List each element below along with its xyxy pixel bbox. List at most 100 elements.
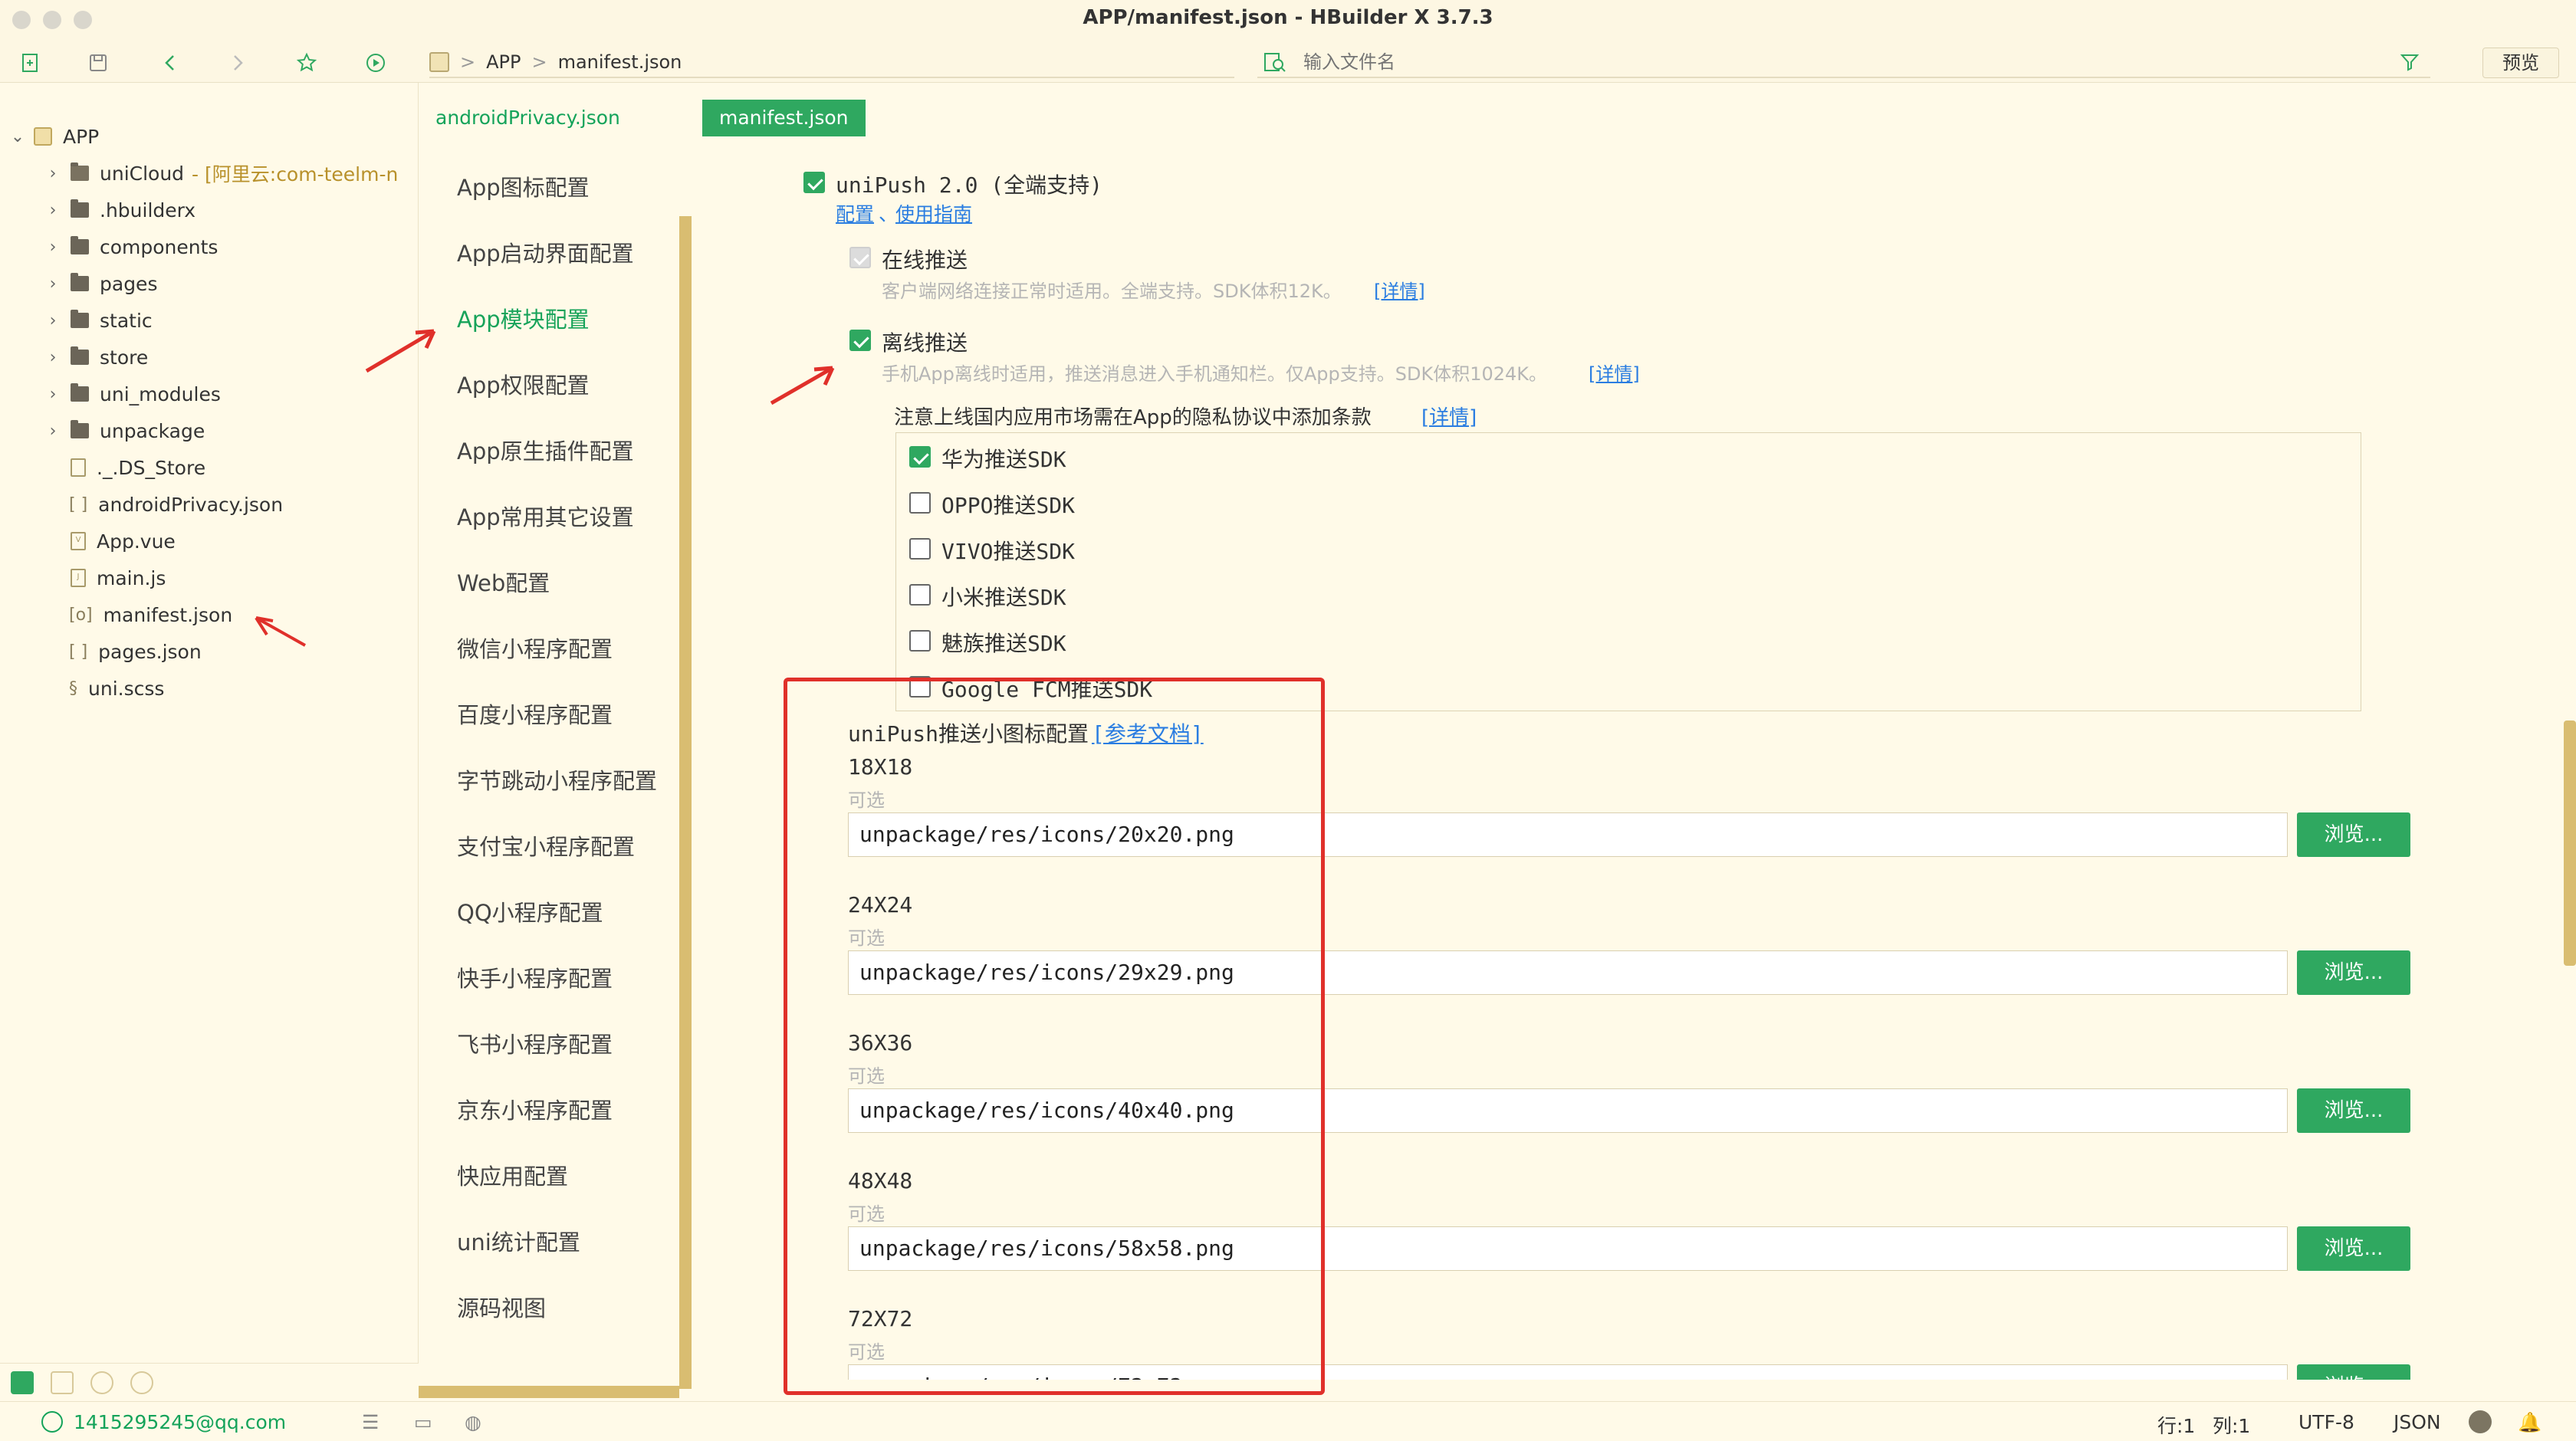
guide-link[interactable]: 使用指南 — [895, 199, 972, 227]
chevron-right-icon[interactable]: › — [44, 274, 61, 294]
star-icon[interactable] — [294, 51, 319, 75]
forward-icon[interactable] — [225, 51, 250, 75]
account-email[interactable]: 1415295245@qq.com — [74, 1411, 286, 1433]
tree-item-folder[interactable]: › store — [0, 339, 419, 376]
nav-scrollbar[interactable] — [679, 216, 692, 1389]
nav-app-other-settings[interactable]: App常用其它设置 — [457, 500, 634, 532]
doc-link[interactable]: [参考文档] — [1092, 717, 1204, 748]
optional-label: 可选 — [848, 927, 885, 949]
run-icon[interactable] — [363, 51, 388, 75]
nav-app-icon[interactable]: App图标配置 — [457, 170, 590, 202]
tree-item-file[interactable]: J main.js — [0, 560, 419, 596]
tree-item-folder[interactable]: › unpackage — [0, 412, 419, 449]
sdk-vivo-checkbox[interactable] — [909, 538, 931, 560]
nav-web[interactable]: Web配置 — [457, 566, 550, 598]
nav-app-permissions[interactable]: App权限配置 — [457, 368, 590, 400]
icon-path-input[interactable]: unpackage/res/icons/29x29.png — [848, 950, 2288, 995]
sdk-huawei-checkbox[interactable] — [909, 446, 931, 468]
globe-icon[interactable] — [130, 1370, 153, 1394]
browse-button[interactable]: 浏览... — [2297, 1226, 2410, 1271]
back-icon[interactable] — [158, 51, 182, 75]
privacy-detail-link[interactable]: [详情] — [1421, 402, 1477, 430]
tree-item-file[interactable]: [ ] pages.json — [0, 633, 419, 670]
nav-baidu-mp[interactable]: 百度小程序配置 — [457, 698, 613, 730]
sdk-fcm-checkbox[interactable] — [909, 676, 931, 698]
browse-button[interactable]: 浏览... — [2297, 1364, 2410, 1380]
nav-alipay-mp[interactable]: 支付宝小程序配置 — [457, 829, 635, 862]
tree-item-folder[interactable]: › pages — [0, 265, 419, 302]
nav-horizontal-scrollbar[interactable] — [419, 1386, 679, 1398]
sdk-meizu-checkbox[interactable] — [909, 630, 931, 652]
nav-quickapp[interactable]: 快应用配置 — [457, 1159, 568, 1191]
chevron-right-icon[interactable]: › — [44, 348, 61, 367]
refresh-icon[interactable] — [90, 1370, 113, 1394]
breadcrumb-item-file[interactable]: manifest.json — [558, 51, 682, 73]
nav-source-view[interactable]: 源码视图 — [457, 1291, 546, 1323]
toolbar: > APP > manifest.json 预览 — [0, 43, 2576, 83]
browse-button[interactable]: 浏览... — [2297, 812, 2410, 857]
nav-qq-mp[interactable]: QQ小程序配置 — [457, 895, 603, 927]
file-search-input[interactable] — [1303, 51, 2300, 73]
breadcrumb-item-app[interactable]: APP — [486, 51, 521, 73]
tab-android-privacy[interactable]: androidPrivacy.json — [419, 100, 637, 136]
online-detail-link[interactable]: [详情] — [1374, 276, 1425, 303]
tab-manifest[interactable]: manifest.json — [702, 100, 866, 136]
offline-push-label: 离线推送 — [882, 330, 968, 356]
tree-item-file[interactable]: § uni.scss — [0, 670, 419, 707]
nav-app-modules[interactable]: App模块配置 — [457, 302, 590, 334]
nav-jd-mp[interactable]: 京东小程序配置 — [457, 1093, 613, 1125]
nav-app-splash[interactable]: App启动界面配置 — [457, 236, 634, 268]
nav-kuaishou-mp[interactable]: 快手小程序配置 — [457, 961, 613, 993]
debug-icon[interactable] — [51, 1370, 74, 1394]
offline-push-checkbox[interactable] — [849, 330, 871, 351]
chevron-right-icon[interactable]: › — [44, 164, 61, 183]
tree-item-unicloud[interactable]: › uniCloud - [阿里云:com-teelm-n — [0, 155, 419, 192]
nav-lark-mp[interactable]: 飞书小程序配置 — [457, 1027, 613, 1059]
icon-path-input[interactable]: unpackage/res/icons/40x40.png — [848, 1088, 2288, 1133]
browse-button[interactable]: 浏览... — [2297, 950, 2410, 995]
chevron-down-icon[interactable]: ⌄ — [9, 127, 26, 146]
chevron-right-icon[interactable]: › — [44, 422, 61, 441]
sdk-oppo-checkbox[interactable] — [909, 492, 931, 514]
tree-item-file[interactable]: [o] manifest.json — [0, 596, 419, 633]
icon-path-input[interactable]: unpackage/res/icons/58x58.png — [848, 1226, 2288, 1271]
tree-item-file[interactable]: ._.DS_Store — [0, 449, 419, 486]
sdk-xiaomi-checkbox[interactable] — [909, 584, 931, 606]
nav-app-native-plugins[interactable]: App原生插件配置 — [457, 434, 634, 466]
new-file-icon[interactable] — [18, 51, 43, 75]
tree-item-file[interactable]: V App.vue — [0, 523, 419, 560]
download-icon[interactable] — [2469, 1410, 2492, 1433]
browse-button[interactable]: 浏览... — [2297, 1088, 2410, 1133]
main-scrollbar[interactable] — [2564, 720, 2576, 966]
terminal-icon[interactable]: ▭ — [414, 1411, 432, 1433]
tree-item-folder[interactable]: › static — [0, 302, 419, 339]
tree-item-folder[interactable]: › components — [0, 228, 419, 265]
bell-icon[interactable]: 🔔 — [2518, 1411, 2542, 1434]
optional-label: 可选 — [848, 1203, 885, 1225]
chevron-right-icon[interactable]: › — [44, 385, 61, 404]
list-icon[interactable]: ☰ — [362, 1411, 379, 1433]
config-link[interactable]: 配置 — [836, 199, 874, 227]
nav-weixin-mp[interactable]: 微信小程序配置 — [457, 632, 613, 664]
title-bar: APP/manifest.json - HBuilder X 3.7.3 — [0, 0, 2576, 43]
tree-item-file[interactable]: [ ] androidPrivacy.json — [0, 486, 419, 523]
unipush-checkbox[interactable] — [803, 172, 825, 193]
offline-detail-link[interactable]: [详情] — [1589, 359, 1640, 386]
icon-path-input[interactable]: unpackage/res/icons/20x20.png — [848, 812, 2288, 857]
tree-item-folder[interactable]: › uni_modules — [0, 376, 419, 412]
file-language[interactable]: JSON — [2394, 1411, 2441, 1433]
tree-item-folder[interactable]: › .hbuilderx — [0, 192, 419, 228]
filter-icon[interactable] — [2400, 52, 2420, 72]
nav-uni-stat[interactable]: uni统计配置 — [457, 1225, 580, 1257]
chevron-right-icon[interactable]: › — [44, 311, 61, 330]
tree-item-project[interactable]: ⌄ APP — [0, 118, 419, 155]
file-encoding[interactable]: UTF-8 — [2298, 1411, 2354, 1433]
nav-toutiao-mp[interactable]: 字节跳动小程序配置 — [457, 763, 657, 796]
chevron-right-icon[interactable]: › — [44, 238, 61, 257]
globe-icon[interactable]: ◍ — [465, 1411, 481, 1433]
chevron-right-icon[interactable]: › — [44, 201, 61, 220]
icon-path-input[interactable]: unpackage/res/icons/72x72.png — [848, 1364, 2288, 1380]
project-manager-icon[interactable] — [11, 1370, 34, 1394]
save-icon[interactable] — [86, 51, 110, 75]
preview-button[interactable]: 预览 — [2482, 48, 2559, 78]
